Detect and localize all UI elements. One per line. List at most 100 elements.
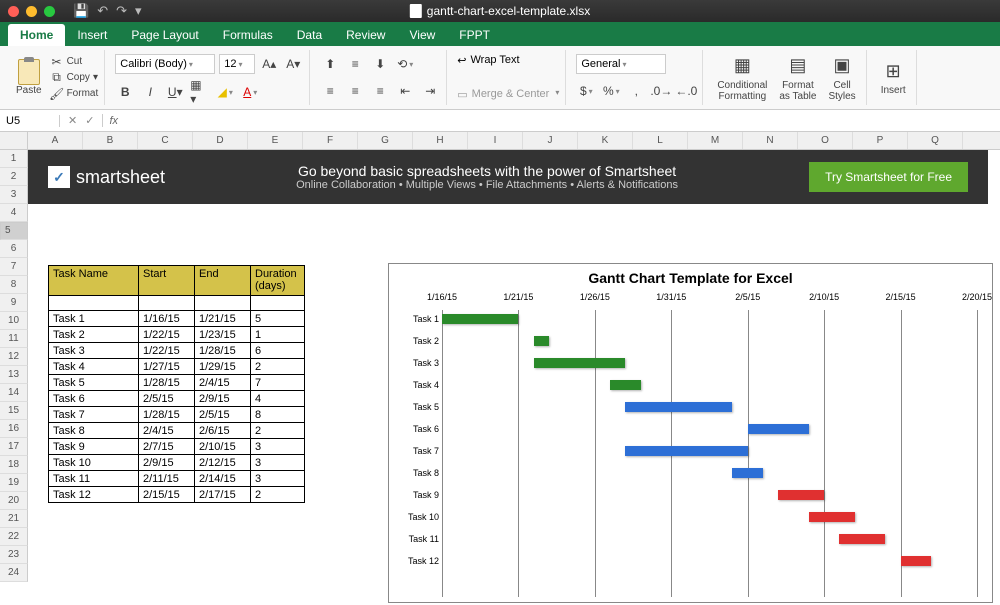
row-header[interactable]: 18 — [0, 456, 28, 474]
decrease-font-button[interactable]: A▾ — [283, 54, 303, 74]
align-top-button[interactable]: ⬆ — [320, 54, 340, 74]
column-header[interactable]: P — [853, 132, 908, 149]
column-header[interactable]: E — [248, 132, 303, 149]
row-header[interactable]: 9 — [0, 294, 28, 312]
undo-icon[interactable]: ↶ — [97, 3, 108, 19]
name-box[interactable]: U5 — [0, 115, 60, 127]
row-header[interactable]: 23 — [0, 546, 28, 564]
insert-cells-button[interactable]: ⊞Insert — [877, 50, 910, 105]
tab-fppt[interactable]: FPPT — [447, 24, 502, 46]
minimize-window-button[interactable] — [26, 6, 37, 17]
table-row[interactable]: Task 102/9/152/12/153 — [49, 455, 305, 471]
accept-formula-icon[interactable]: ✓ — [85, 114, 94, 127]
row-header[interactable]: 15 — [0, 402, 28, 420]
spreadsheet-grid[interactable]: ABCDEFGHIJKLMNOPQ 1234567891011121314151… — [0, 132, 1000, 605]
column-header[interactable]: A — [28, 132, 83, 149]
row-header[interactable]: 19 — [0, 474, 28, 492]
font-color-button[interactable]: A — [240, 82, 260, 102]
font-name-select[interactable]: Calibri (Body) — [115, 54, 215, 74]
column-header[interactable]: N — [743, 132, 798, 149]
table-header[interactable]: Task Name — [49, 266, 139, 296]
percent-button[interactable]: % — [601, 81, 621, 101]
decrease-indent-button[interactable]: ⇤ — [395, 81, 415, 101]
tab-home[interactable]: Home — [8, 24, 65, 46]
row-header[interactable]: 6 — [0, 240, 28, 258]
row-header[interactable]: 16 — [0, 420, 28, 438]
orientation-button[interactable]: ⟲ — [395, 54, 415, 74]
table-header[interactable]: End — [195, 266, 251, 296]
table-header[interactable]: Start — [139, 266, 195, 296]
tab-formulas[interactable]: Formulas — [211, 24, 285, 46]
row-header[interactable]: 20 — [0, 492, 28, 510]
column-header[interactable]: M — [688, 132, 743, 149]
save-icon[interactable]: 💾 — [73, 3, 89, 19]
table-row[interactable]: Task 31/22/151/28/156 — [49, 343, 305, 359]
column-header[interactable]: O — [798, 132, 853, 149]
column-header[interactable]: K — [578, 132, 633, 149]
conditional-formatting-button[interactable]: ▦Conditional Formatting — [713, 50, 771, 105]
row-header[interactable]: 21 — [0, 510, 28, 528]
table-header[interactable]: Duration (days) — [251, 266, 305, 296]
qat-more-icon[interactable]: ▾ — [135, 3, 142, 19]
align-center-button[interactable]: ≡ — [345, 81, 365, 101]
number-format-select[interactable]: General — [576, 54, 666, 74]
table-row[interactable]: Task 71/28/152/5/158 — [49, 407, 305, 423]
column-header[interactable]: C — [138, 132, 193, 149]
align-bottom-button[interactable]: ⬇ — [370, 54, 390, 74]
underline-button[interactable]: U ▾ — [165, 82, 185, 102]
increase-decimal-button[interactable]: .0→ — [651, 81, 671, 101]
bold-button[interactable]: B — [115, 82, 135, 102]
task-table[interactable]: Task NameStartEndDuration (days) Task 11… — [48, 265, 305, 503]
row-header[interactable]: 5 — [0, 222, 28, 240]
decrease-decimal-button[interactable]: ←.0 — [676, 81, 696, 101]
redo-icon[interactable]: ↷ — [116, 3, 127, 19]
row-header[interactable]: 22 — [0, 528, 28, 546]
increase-indent-button[interactable]: ⇥ — [420, 81, 440, 101]
border-button[interactable]: ▦ ▾ — [190, 82, 210, 102]
paste-button[interactable]: Paste — [12, 50, 46, 105]
column-header[interactable]: B — [83, 132, 138, 149]
row-header[interactable]: 2 — [0, 168, 28, 186]
row-header[interactable]: 13 — [0, 366, 28, 384]
row-header[interactable]: 1 — [0, 150, 28, 168]
tab-data[interactable]: Data — [285, 24, 334, 46]
tab-view[interactable]: View — [397, 24, 447, 46]
row-header[interactable]: 4 — [0, 204, 28, 222]
column-header[interactable]: J — [523, 132, 578, 149]
increase-font-button[interactable]: A▴ — [259, 54, 279, 74]
align-right-button[interactable]: ≡ — [370, 81, 390, 101]
row-header[interactable]: 8 — [0, 276, 28, 294]
table-row[interactable]: Task 11/16/151/21/155 — [49, 311, 305, 327]
column-header[interactable]: G — [358, 132, 413, 149]
row-header[interactable]: 10 — [0, 312, 28, 330]
font-size-select[interactable]: 12 — [219, 54, 255, 74]
italic-button[interactable]: I — [140, 82, 160, 102]
currency-button[interactable]: $ — [576, 81, 596, 101]
column-header[interactable]: H — [413, 132, 468, 149]
cut-button[interactable]: ✂Cut — [50, 55, 99, 69]
align-left-button[interactable]: ≡ — [320, 81, 340, 101]
row-header[interactable]: 3 — [0, 186, 28, 204]
align-middle-button[interactable]: ≡ — [345, 54, 365, 74]
wrap-text-button[interactable]: ↩Wrap Text — [457, 54, 559, 67]
table-row[interactable]: Task 62/5/152/9/154 — [49, 391, 305, 407]
column-header[interactable]: Q — [908, 132, 963, 149]
row-header[interactable]: 11 — [0, 330, 28, 348]
row-header[interactable]: 14 — [0, 384, 28, 402]
tab-insert[interactable]: Insert — [65, 24, 119, 46]
table-row[interactable]: Task 41/27/151/29/152 — [49, 359, 305, 375]
try-smartsheet-button[interactable]: Try Smartsheet for Free — [809, 162, 968, 192]
table-row[interactable]: Task 51/28/152/4/157 — [49, 375, 305, 391]
cell-styles-button[interactable]: ▣Cell Styles — [824, 50, 859, 105]
row-header[interactable]: 7 — [0, 258, 28, 276]
formula-input[interactable] — [124, 115, 1000, 127]
tab-review[interactable]: Review — [334, 24, 397, 46]
format-painter-button[interactable]: 🖌Format — [50, 87, 99, 101]
zoom-window-button[interactable] — [44, 6, 55, 17]
table-row[interactable]: Task 92/7/152/10/153 — [49, 439, 305, 455]
cancel-formula-icon[interactable]: ✕ — [68, 114, 77, 127]
select-all-corner[interactable] — [0, 132, 28, 149]
copy-button[interactable]: ⧉Copy ▾ — [50, 71, 99, 85]
fx-label[interactable]: fx — [103, 115, 124, 127]
table-row[interactable]: Task 21/22/151/23/151 — [49, 327, 305, 343]
